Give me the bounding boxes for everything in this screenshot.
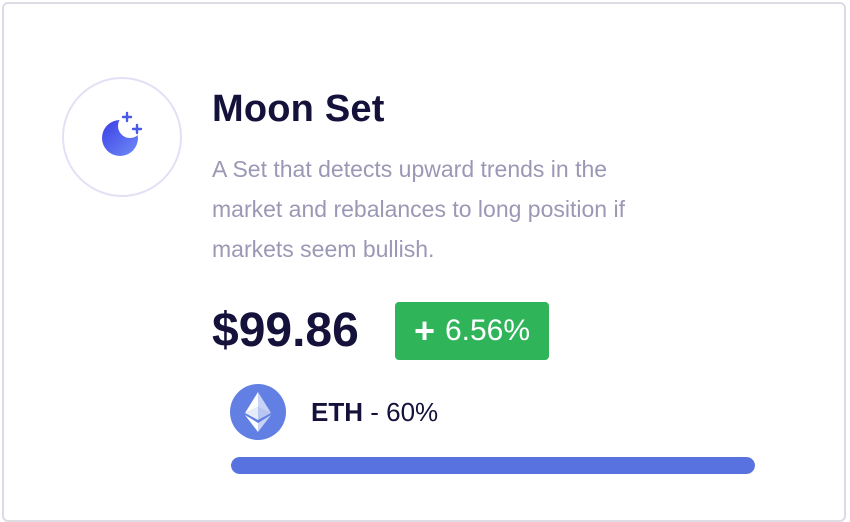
moon-stars-icon <box>97 110 147 165</box>
allocation-bar <box>231 457 755 474</box>
price-change-badge: + 6.56% <box>395 302 549 360</box>
allocation-bar-fill <box>231 457 755 474</box>
set-title: Moon Set <box>212 88 385 130</box>
token-symbol: ETH <box>311 396 363 427</box>
token-label: ETH - 60% <box>311 397 438 428</box>
token-percent: 60% <box>386 396 439 427</box>
ethereum-icon <box>230 384 286 440</box>
set-icon-container <box>62 77 182 197</box>
set-price: $99.86 <box>212 304 359 357</box>
price-change-value: 6.56% <box>444 314 531 347</box>
token-separator: - <box>363 396 387 427</box>
token-allocation-row: ETH - 60% <box>230 384 438 440</box>
set-description: A Set that detects upward trends in the … <box>212 156 625 262</box>
plus-icon: + <box>413 310 435 351</box>
set-card[interactable]: Moon Set A Set that detects upward trend… <box>2 2 846 522</box>
